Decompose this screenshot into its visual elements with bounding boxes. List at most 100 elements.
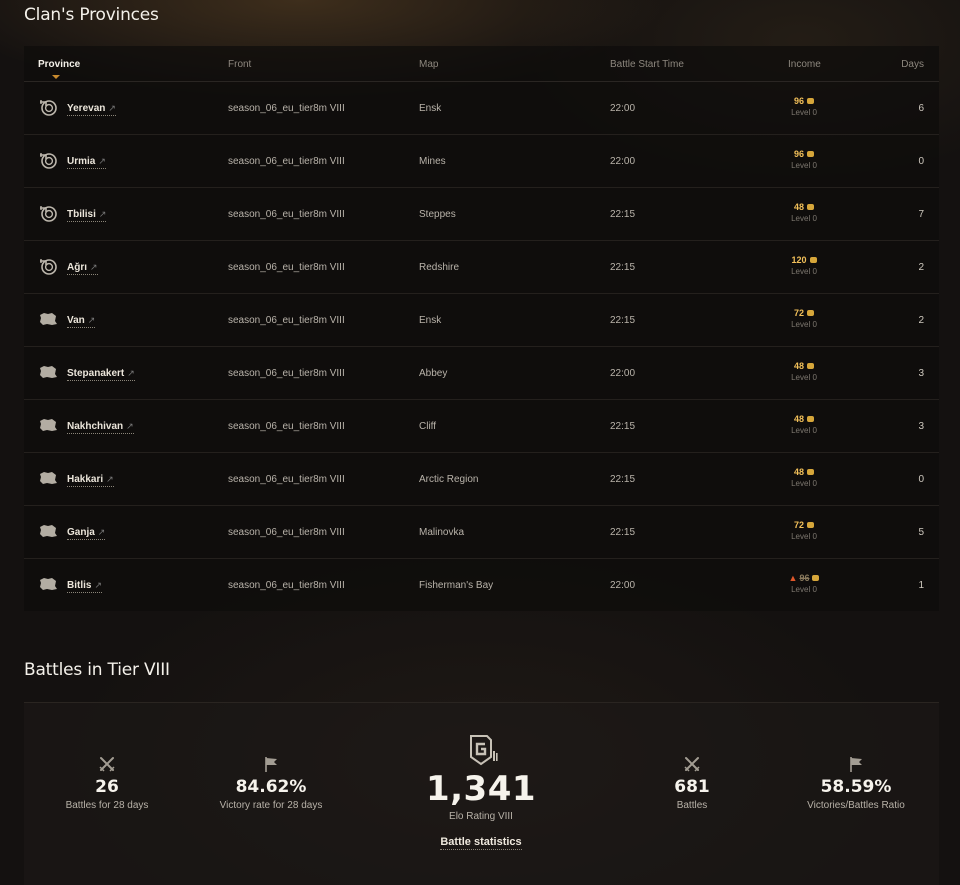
- external-link-icon[interactable]: ↗: [88, 315, 96, 325]
- territory-icon: [38, 575, 58, 593]
- income-amount: 120: [791, 255, 807, 265]
- column-income[interactable]: Income: [788, 59, 821, 70]
- province-link[interactable]: Hakkari ↗: [67, 474, 114, 487]
- income-level: Level 0: [791, 426, 817, 435]
- front-cell: season_06_eu_tier8m VIII: [228, 156, 345, 167]
- days-cell: 2: [918, 315, 924, 326]
- flag-icon: [756, 753, 956, 775]
- table-row: Nakhchivan ↗ season_06_eu_tier8m VIII Cliff…: [24, 400, 939, 453]
- income-level: Level 0: [791, 532, 817, 541]
- external-link-icon[interactable]: ↗: [106, 474, 114, 484]
- column-battle-start-time[interactable]: Battle Start Time: [610, 59, 684, 70]
- map-cell: Mines: [419, 156, 446, 167]
- front-cell: season_06_eu_tier8m VIII: [228, 103, 345, 114]
- front-cell: season_06_eu_tier8m VIII: [228, 580, 345, 591]
- province-name[interactable]: Tbilisi: [67, 209, 96, 220]
- target-icon: [38, 98, 58, 116]
- table-row: Hakkari ↗ season_06_eu_tier8m VIII Arctic R…: [24, 453, 939, 506]
- section-title-battles: Battles in Tier VIII: [24, 660, 170, 680]
- province-link[interactable]: Ağrı ↗: [67, 262, 98, 275]
- column-province[interactable]: Province: [38, 59, 80, 79]
- external-link-icon[interactable]: ↗: [126, 421, 134, 431]
- global-map-logo-icon: [381, 733, 581, 767]
- table-header: Province Front Map Battle Start Time Inc…: [24, 46, 939, 82]
- time-cell: 22:15: [610, 315, 636, 326]
- gold-icon: [807, 416, 814, 423]
- table-row: Yerevan ↗ season_06_eu_tier8m VIII Ensk 22:0…: [24, 82, 939, 135]
- income-level: Level 0: [791, 585, 817, 594]
- table-row: Van ↗ season_06_eu_tier8m VIII Ensk 22:15 72 L…: [24, 294, 939, 347]
- time-cell: 22:15: [610, 527, 636, 538]
- front-cell: season_06_eu_tier8m VIII: [228, 209, 345, 220]
- province-link[interactable]: Urmia ↗: [67, 156, 106, 169]
- income-level: Level 0: [791, 267, 817, 276]
- map-cell: Steppes: [419, 209, 456, 220]
- province-name[interactable]: Nakhchivan: [67, 421, 123, 432]
- territory-icon: [38, 469, 58, 487]
- income-amount: 96: [793, 149, 804, 159]
- table-row: Bitlis ↗ season_06_eu_tier8m VIII Fisherman…: [24, 559, 939, 612]
- income-amount: 48: [793, 361, 804, 371]
- income-level: Level 0: [791, 161, 817, 170]
- days-cell: 3: [918, 421, 924, 432]
- map-cell: Fisherman's Bay: [419, 580, 494, 591]
- external-link-icon[interactable]: ↗: [108, 103, 116, 113]
- province-name[interactable]: Urmia: [67, 156, 95, 167]
- province-link[interactable]: Bitlis ↗: [67, 580, 102, 593]
- external-link-icon[interactable]: ↗: [98, 156, 106, 166]
- province-name[interactable]: Van: [67, 315, 85, 326]
- income-level: Level 0: [791, 214, 817, 223]
- province-name[interactable]: Bitlis: [67, 580, 91, 591]
- time-cell: 22:00: [610, 368, 636, 379]
- province-name[interactable]: Hakkari: [67, 474, 103, 485]
- external-link-icon[interactable]: ↗: [94, 580, 102, 590]
- front-cell: season_06_eu_tier8m VIII: [228, 315, 345, 326]
- stat-victories-battles-ratio: 58.59% Victories/Battles Ratio: [756, 753, 956, 811]
- province-link[interactable]: Stepanakert ↗: [67, 368, 135, 381]
- days-cell: 3: [918, 368, 924, 379]
- income-level: Level 0: [791, 108, 817, 117]
- map-cell: Redshire: [419, 262, 460, 273]
- external-link-icon[interactable]: ↗: [98, 527, 106, 537]
- battle-statistics-link[interactable]: Battle statistics: [440, 836, 522, 850]
- days-cell: 5: [918, 527, 924, 538]
- income-cell: 48 Level 0: [764, 202, 844, 223]
- days-cell: 6: [918, 103, 924, 114]
- target-icon: [38, 257, 58, 275]
- income-amount: 48: [793, 467, 804, 477]
- income-level: Level 0: [791, 320, 817, 329]
- column-days[interactable]: Days: [901, 59, 924, 70]
- external-link-icon[interactable]: ↗: [127, 368, 135, 378]
- province-name[interactable]: Ganja: [67, 527, 95, 538]
- map-cell: Ensk: [419, 103, 442, 114]
- province-name[interactable]: Stepanakert: [67, 368, 124, 379]
- battles-stats-panel: 26 Battles for 28 days 84.62% Victory ra…: [24, 702, 939, 885]
- income-amount: 48: [793, 414, 804, 424]
- column-front[interactable]: Front: [228, 59, 251, 70]
- external-link-icon[interactable]: ↗: [90, 262, 98, 272]
- gold-icon: [807, 310, 814, 317]
- days-cell: 0: [918, 474, 924, 485]
- province-link[interactable]: Nakhchivan ↗: [67, 421, 134, 434]
- front-cell: season_06_eu_tier8m VIII: [228, 262, 345, 273]
- province-link[interactable]: Yerevan ↗: [67, 103, 116, 116]
- gold-icon: [807, 469, 814, 476]
- front-cell: season_06_eu_tier8m VIII: [228, 368, 345, 379]
- income-level: Level 0: [791, 373, 817, 382]
- provinces-table: Province Front Map Battle Start Time Inc…: [24, 46, 939, 611]
- stat-value: 58.59%: [820, 777, 892, 797]
- province-link[interactable]: Van ↗: [67, 315, 96, 328]
- table-row: Ganja ↗ season_06_eu_tier8m VIII Malinovka 2…: [24, 506, 939, 559]
- province-name[interactable]: Yerevan: [67, 103, 105, 114]
- time-cell: 22:15: [610, 421, 636, 432]
- province-name[interactable]: Ağrı: [67, 262, 87, 273]
- province-link[interactable]: Ganja ↗: [67, 527, 106, 540]
- income-amount: 72: [793, 308, 804, 318]
- external-link-icon[interactable]: ↗: [99, 209, 107, 219]
- gold-icon: [809, 257, 817, 264]
- column-map[interactable]: Map: [419, 59, 438, 70]
- time-cell: 22:00: [610, 156, 636, 167]
- days-cell: 1: [918, 580, 924, 591]
- province-link[interactable]: Tbilisi ↗: [67, 209, 107, 222]
- table-body: Yerevan ↗ season_06_eu_tier8m VIII Ensk 22:0…: [24, 82, 939, 612]
